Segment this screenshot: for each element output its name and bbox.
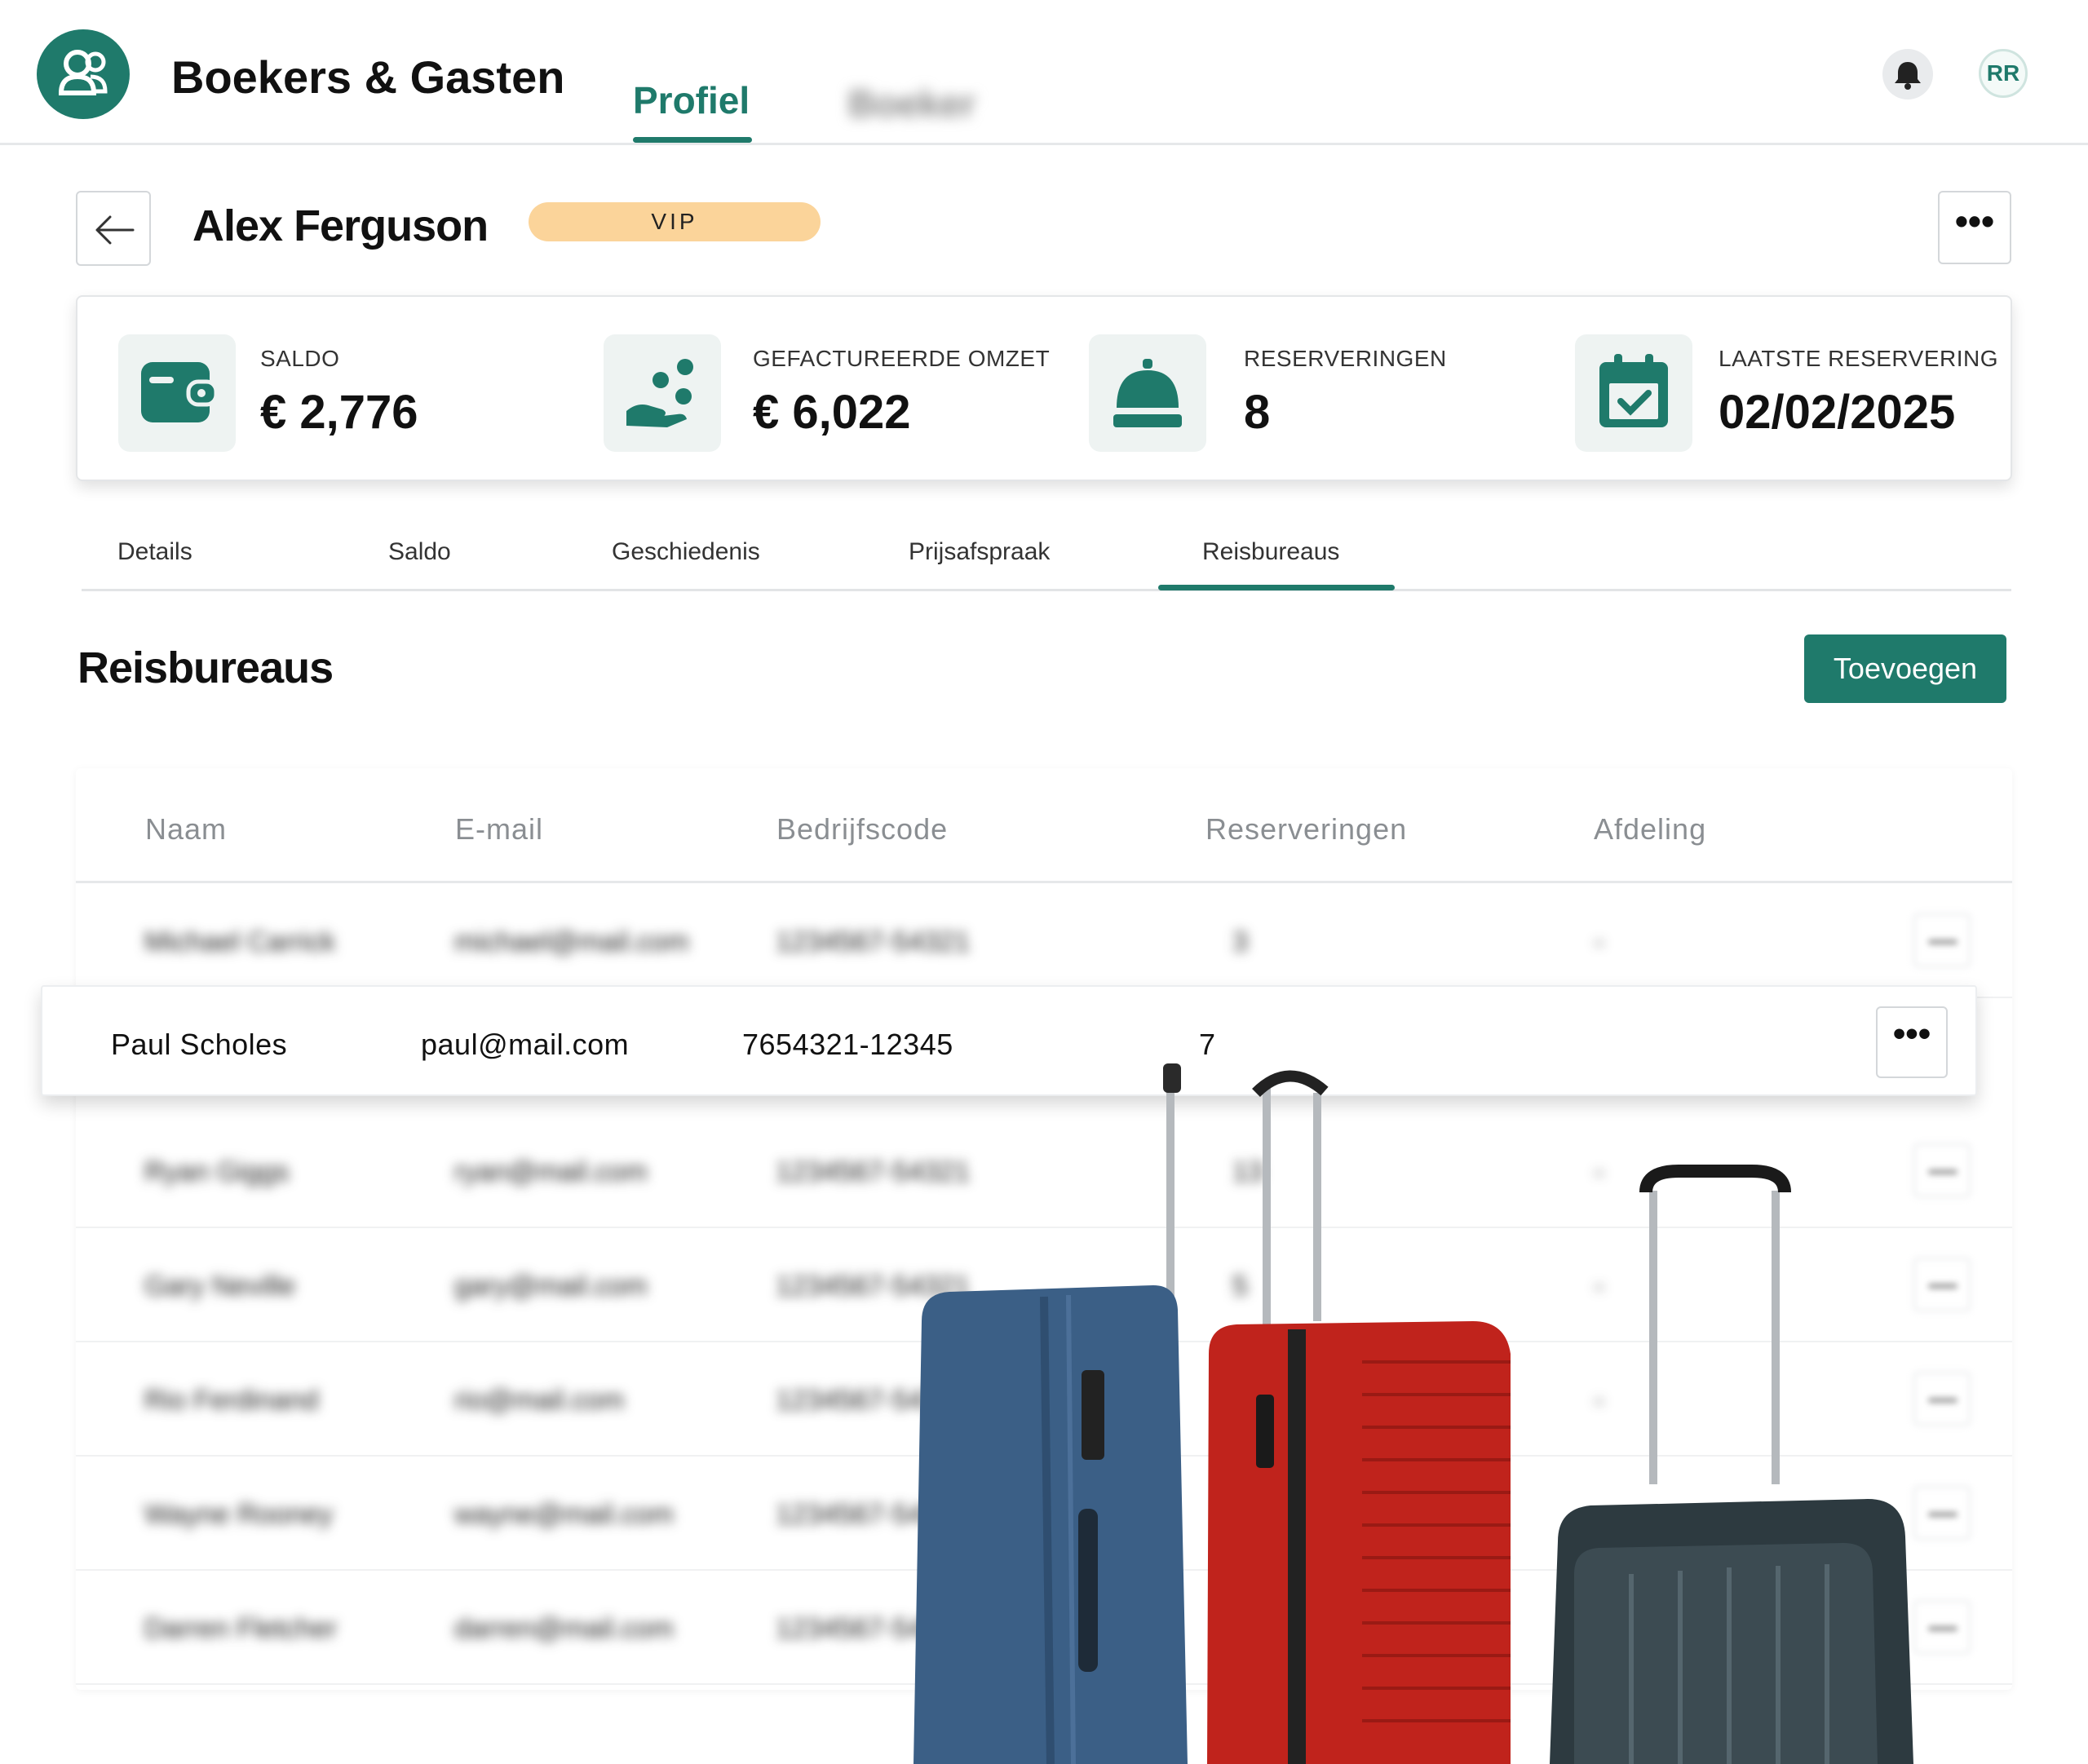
tabs-divider: [82, 589, 2011, 591]
cell-email: michael@mail.com: [454, 926, 689, 957]
cell-name: Rio Ferdinand: [144, 1385, 319, 1416]
stat-label: SALDO: [260, 346, 340, 371]
cell-code: 1234567-54321: [776, 926, 971, 957]
cell-name: Gary Neville: [144, 1271, 296, 1302]
cell-email: gary@mail.com: [454, 1271, 648, 1302]
cell-name: Darren Fletcher: [144, 1613, 338, 1644]
people-logo-icon: [58, 50, 108, 95]
row-more-button[interactable]: [1913, 913, 1971, 967]
cell-name: Michael Carrick: [144, 926, 336, 957]
stats-card: SALDO € 2,776 GEFACTUREERDE OMZET € 6,02…: [76, 295, 2012, 481]
app-title: Boekers & Gasten: [171, 51, 565, 103]
tab-reisbureaus[interactable]: Reisbureaus: [1202, 538, 1339, 566]
cell-email: rio@mail.com: [454, 1385, 625, 1416]
top-navigation-bar: Boekers & Gasten Profiel Boeker RR: [0, 0, 2088, 145]
profile-name: Alex Ferguson: [192, 201, 489, 250]
vip-badge: VIP: [529, 202, 821, 241]
cell-email: wayne@mail.com: [454, 1499, 674, 1530]
tab-prijsafspraak[interactable]: Prijsafspraak: [909, 538, 1050, 566]
cell-department: -: [1595, 926, 1604, 957]
tab-active-indicator: [1158, 585, 1395, 590]
bell-icon: [1895, 62, 1921, 90]
calendar-check-icon: [1599, 354, 1668, 427]
service-bell-icon: [1113, 359, 1182, 427]
red-suitcase: [1207, 1321, 1511, 1764]
stat-label: LAATSTE RESERVERING: [1719, 346, 1998, 371]
column-header-afdeling[interactable]: Afdeling: [1594, 812, 1706, 847]
table-header-divider: [76, 881, 2012, 883]
arrow-left-icon: [95, 215, 135, 245]
nav-tab-profiel[interactable]: Profiel: [633, 78, 750, 122]
column-header-reserveringen[interactable]: Reserveringen: [1205, 812, 1407, 847]
tab-geschiedenis[interactable]: Geschiedenis: [612, 538, 760, 566]
profile-more-button[interactable]: •••: [1938, 191, 2011, 264]
table-row[interactable]: Michael Carrick michael@mail.com 1234567…: [76, 884, 2012, 998]
stat-value: 8: [1244, 386, 1271, 439]
cell-email: ryan@mail.com: [454, 1156, 648, 1187]
cell-email: darren@mail.com: [454, 1613, 674, 1644]
section-title: Reisbureaus: [77, 643, 334, 692]
stat-value: € 6,022: [753, 386, 911, 439]
tab-details[interactable]: Details: [117, 538, 192, 566]
column-header-naam[interactable]: Naam: [145, 812, 227, 847]
tab-saldo[interactable]: Saldo: [388, 538, 451, 566]
stat-value: € 2,776: [260, 386, 418, 439]
cell-name: Wayne Rooney: [144, 1499, 334, 1530]
stat-icon-box: [604, 334, 721, 452]
suitcases-illustration: [914, 1063, 1913, 1764]
cell-name: Ryan Giggs: [144, 1156, 290, 1187]
stat-value: 02/02/2025: [1719, 386, 1956, 439]
stat-icon-box: [118, 334, 236, 452]
stat-icon-box: [1089, 334, 1206, 452]
column-header-email[interactable]: E-mail: [455, 812, 543, 847]
wallet-icon: [141, 362, 219, 422]
stat-icon-box: [1575, 334, 1692, 452]
cell-name: Paul Scholes: [111, 1028, 288, 1061]
app-logo[interactable]: [37, 29, 130, 119]
user-avatar[interactable]: RR: [1979, 49, 2028, 98]
cell-email: paul@mail.com: [421, 1028, 630, 1061]
stat-label: RESERVERINGEN: [1244, 346, 1447, 371]
stat-label: GEFACTUREERDE OMZET: [753, 346, 1051, 371]
nav-tab-blurred[interactable]: Boeker: [848, 82, 975, 126]
back-button[interactable]: [76, 191, 151, 266]
hand-coins-icon: [626, 359, 693, 427]
add-button[interactable]: Toevoegen: [1804, 634, 2006, 703]
cell-reservations: 3: [1232, 926, 1248, 957]
notifications-button[interactable]: [1882, 49, 1933, 99]
blue-suitcase-handle: [1166, 1068, 1174, 1305]
nav-active-indicator: [633, 137, 752, 143]
column-header-bedrijfscode[interactable]: Bedrijfscode: [776, 812, 948, 847]
